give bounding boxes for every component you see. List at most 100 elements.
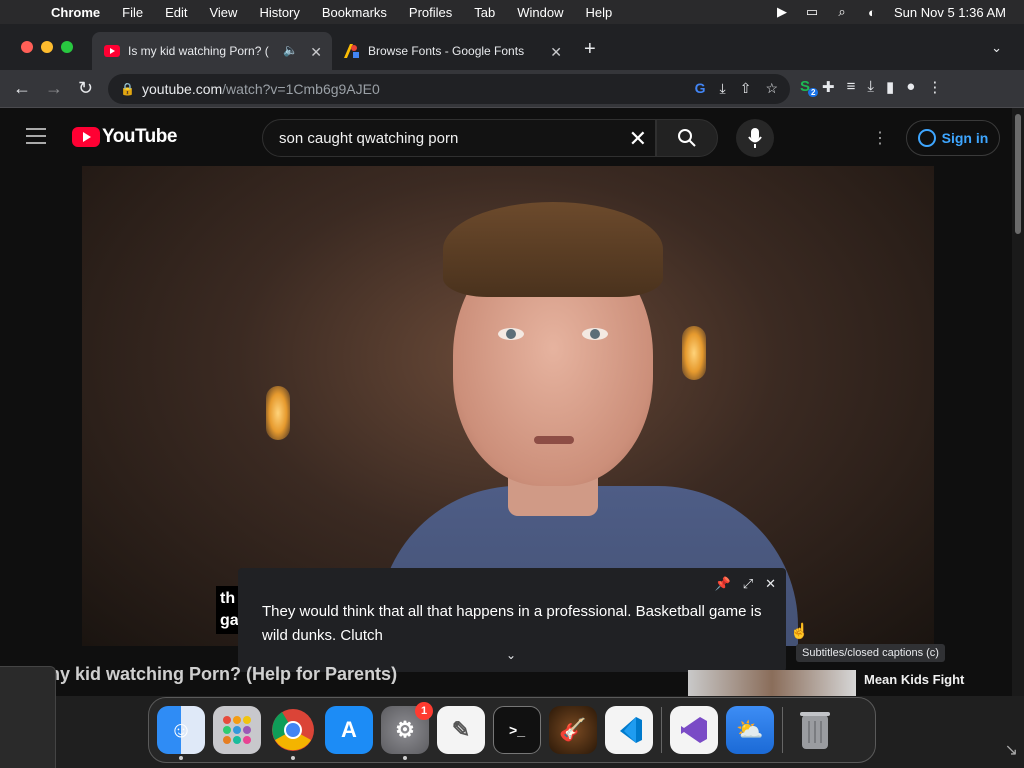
menubar-clock[interactable]: Sun Nov 5 1:36 AM (894, 5, 1006, 20)
s-extension-icon[interactable]: S2 (800, 78, 819, 97)
play-circle-icon[interactable]: ▶ (774, 4, 790, 19)
browser-toolbar: ← → ↻ 🔒 youtube.com/watch?v=1Cmb6g9AJE0 … (0, 70, 1024, 108)
chrome-menu-icon[interactable]: ⋮ (927, 78, 942, 96)
tab-youtube[interactable]: Is my kid watching Porn? ( 🔈 ✕ (92, 32, 332, 70)
media-queue-icon[interactable]: ≡ (847, 78, 856, 96)
menu-tab[interactable]: Tab (474, 5, 495, 20)
subtitle-line: ga (220, 612, 239, 629)
url-host: youtube.com (142, 81, 223, 97)
search-button[interactable] (656, 119, 718, 157)
finder-icon[interactable]: ☺ (157, 706, 205, 760)
forward-arrow-icon[interactable]: → (45, 78, 63, 99)
close-icon[interactable]: ✕ (765, 576, 776, 592)
sign-in-label: Sign in (941, 130, 989, 146)
subtitle-line: th (220, 590, 236, 607)
clear-search-icon[interactable]: ✕ (629, 126, 647, 152)
reload-icon[interactable]: ↻ (78, 78, 93, 99)
hamburger-menu-icon[interactable] (26, 128, 46, 144)
close-tab-icon[interactable]: ✕ (550, 44, 562, 61)
tab-title: Browse Fonts - Google Fonts (368, 44, 525, 58)
caption-panel-text: They would think that all that happens i… (262, 603, 762, 644)
youtube-wordmark: YouTube (102, 126, 177, 147)
menu-bookmarks[interactable]: Bookmarks (322, 5, 387, 20)
window-zoom-button[interactable] (61, 41, 73, 53)
dock-separator (782, 707, 783, 753)
menu-help[interactable]: Help (586, 5, 613, 20)
live-caption-panel[interactable]: 📌 ⤢ ✕ They would think that all that hap… (238, 568, 786, 672)
window-close-button[interactable] (21, 41, 33, 53)
related-video-thumbnail[interactable] (688, 670, 856, 696)
background-bulb (266, 386, 290, 440)
tab-strip: Is my kid watching Porn? ( 🔈 ✕ Browse Fo… (0, 24, 1024, 70)
system-settings-icon[interactable]: ⚙ 1 (381, 702, 433, 760)
video-title: Is my kid watching Porn? (Help for Paren… (24, 664, 398, 684)
install-app-icon[interactable]: ⤓ (720, 80, 726, 97)
related-video-title[interactable]: Mean Kids Fight (864, 672, 964, 687)
address-bar[interactable]: 🔒 youtube.com/watch?v=1Cmb6g9AJE0 G ⤓ ⇧ … (108, 74, 790, 104)
share-icon[interactable]: ⇧ (740, 80, 752, 97)
sign-in-button[interactable]: Sign in (906, 120, 1000, 156)
side-panel-icon[interactable]: ▮ (886, 78, 894, 96)
menu-app-name[interactable]: Chrome (51, 5, 100, 20)
vscode-icon[interactable] (605, 706, 653, 754)
subtitles-tooltip: Subtitles/closed captions (c) (796, 644, 945, 662)
menu-file[interactable]: File (122, 5, 143, 20)
expand-icon[interactable]: ⤢ (743, 576, 753, 592)
window-minimize-button[interactable] (41, 41, 53, 53)
weather-icon[interactable]: ⛅ (726, 706, 774, 754)
menu-edit[interactable]: Edit (165, 5, 187, 20)
caption-panel-tools: 📌 ⤢ ✕ (715, 576, 777, 592)
trash-icon[interactable] (791, 706, 839, 754)
hand-cursor-icon: ☝ (790, 623, 809, 640)
menu-view[interactable]: View (209, 5, 237, 20)
menu-profiles[interactable]: Profiles (409, 5, 452, 20)
profile-icon[interactable]: ● (906, 78, 915, 96)
back-arrow-icon[interactable]: ← (13, 78, 31, 99)
chrome-icon[interactable] (269, 706, 317, 760)
youtube-header: YouTube son caught qwatching porn ✕ ⋮ Si… (0, 108, 1012, 166)
youtube-play-logo-icon (72, 127, 100, 147)
new-tab-button[interactable]: + (584, 38, 596, 61)
textedit-icon[interactable]: ✎ (437, 706, 485, 754)
launchpad-icon[interactable] (213, 706, 261, 754)
pin-icon[interactable]: 📌 (715, 576, 731, 592)
url-path: /watch?v=1Cmb6g9AJE0 (222, 81, 380, 97)
menu-window[interactable]: Window (517, 5, 563, 20)
speaker-icon[interactable]: 🔈 (283, 43, 298, 57)
bookmark-star-icon[interactable]: ☆ (765, 80, 778, 97)
tab-google-fonts[interactable]: Browse Fonts - Google Fonts ✕ (332, 32, 572, 70)
app-store-icon[interactable]: A (325, 706, 373, 754)
chevron-down-icon[interactable]: ⌄ (506, 648, 516, 662)
tab-search-chevron-icon[interactable]: ⌄ (991, 40, 1002, 56)
google-g-icon[interactable]: G (695, 80, 706, 97)
close-tab-icon[interactable]: ✕ (310, 44, 322, 61)
omnibox-actions: G ⤓ ⇧ ☆ (695, 80, 778, 97)
garageband-icon[interactable]: 🎸 (549, 706, 597, 754)
settings-badge: 1 (415, 702, 433, 720)
google-fonts-favicon-icon (344, 43, 360, 59)
youtube-logo[interactable]: YouTube (72, 126, 177, 148)
search-icon[interactable]: ⌕ (834, 4, 850, 19)
visual-studio-icon[interactable] (670, 706, 718, 754)
settings-kebab-icon[interactable]: ⋮ (872, 128, 888, 148)
background-window-edge (0, 666, 56, 768)
macos-dock: ☺ A ⚙ 1 ✎ >_ 🎸 ⛅ (148, 697, 876, 763)
voice-search-button[interactable] (736, 119, 774, 157)
search-query-text: son caught qwatching porn (279, 129, 459, 147)
menu-history[interactable]: History (259, 5, 299, 20)
puzzle-extensions-icon[interactable]: ✚ (822, 78, 835, 96)
account-circle-icon (917, 129, 936, 147)
downloads-icon[interactable]: ⤓ (867, 78, 874, 96)
terminal-icon[interactable]: >_ (493, 706, 541, 754)
dock-separator (661, 707, 662, 753)
control-center-icon[interactable]: ◐ (864, 5, 880, 20)
youtube-favicon-icon (104, 43, 120, 59)
page-scrollbar[interactable] (1012, 108, 1024, 696)
tab-title: Is my kid watching Porn? ( (128, 44, 269, 58)
address-url[interactable]: youtube.com/watch?v=1Cmb6g9AJE0 (142, 81, 380, 97)
search-input[interactable]: son caught qwatching porn ✕ (262, 119, 656, 157)
lock-icon[interactable]: 🔒 (120, 82, 135, 96)
screen-mirror-icon[interactable]: ▭ (804, 4, 820, 19)
microphone-icon (748, 128, 762, 148)
macos-menubar: Chrome File Edit View History Bookmarks … (0, 0, 1024, 24)
